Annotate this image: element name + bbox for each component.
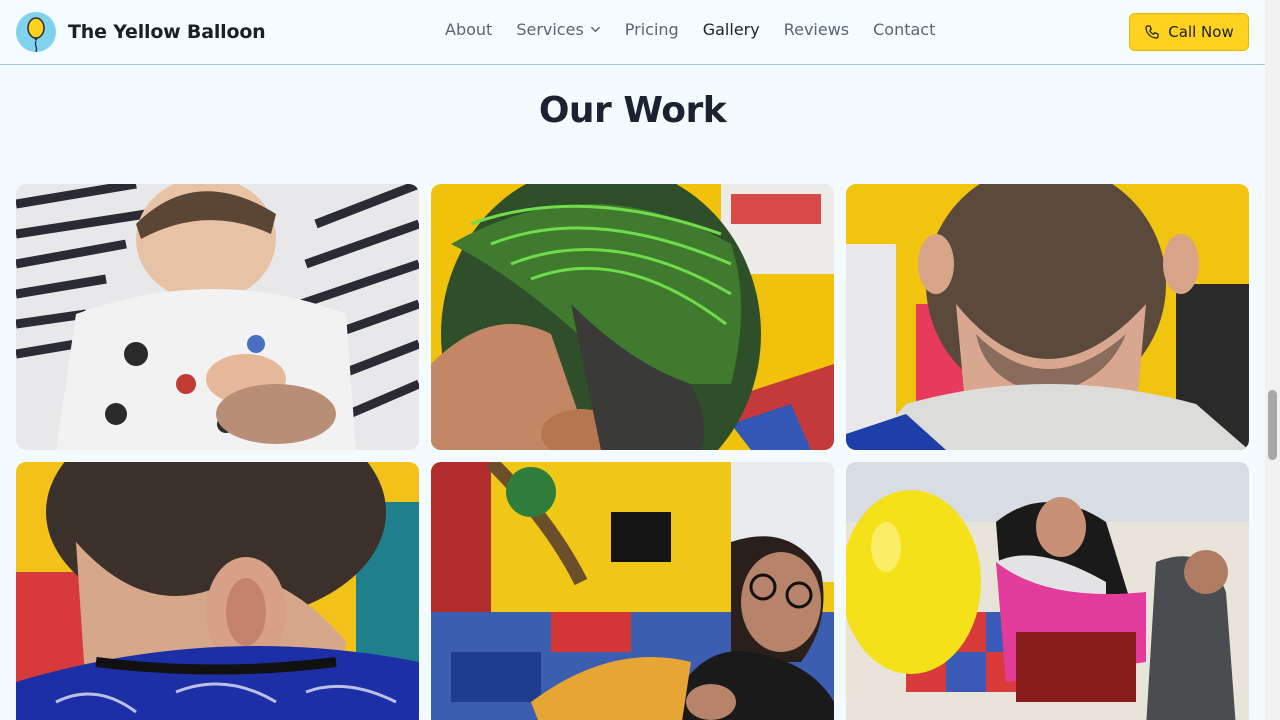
nav-gallery[interactable]: Gallery [703,20,760,39]
nav-services[interactable]: Services [516,20,600,39]
nav-reviews[interactable]: Reviews [784,20,849,39]
nav-reviews-label: Reviews [783,20,850,39]
page-scrollbar[interactable] [1265,0,1280,720]
green-highlight-haircut-photo[interactable] [431,184,834,450]
nav-contact-label: Contact [873,20,936,39]
nav-services-label: Services [516,20,584,39]
call-now-label: Call Now [1168,23,1234,41]
salon-balloon-photo[interactable] [846,462,1249,720]
call-now-button[interactable]: Call Now [1129,13,1249,51]
site-header: The Yellow Balloon About Services Pricin… [0,0,1265,65]
balloon-icon [16,12,56,52]
nav-gallery-label: Gallery [702,20,760,39]
boy-fade-haircut-photo[interactable] [16,462,419,720]
brand-name: The Yellow Balloon [68,21,266,43]
nav-about[interactable]: About [445,20,492,39]
brand-logo-link[interactable]: The Yellow Balloon [16,12,266,52]
main-nav: About Services Pricing Gallery Reviews C… [445,20,959,39]
nav-contact[interactable]: Contact [873,20,935,39]
scrollbar-thumb[interactable] [1268,390,1277,460]
toddler-in-cape-photo[interactable] [16,184,419,450]
nav-about-label: About [445,20,493,39]
tapered-neckline-photo[interactable] [846,184,1249,450]
stylist-cutting-hair-photo[interactable] [431,462,834,720]
phone-icon [1145,25,1159,39]
chevron-down-icon [590,26,600,33]
section-title: Our Work [538,90,727,131]
nav-pricing[interactable]: Pricing [625,20,679,39]
nav-pricing-label: Pricing [624,20,679,39]
